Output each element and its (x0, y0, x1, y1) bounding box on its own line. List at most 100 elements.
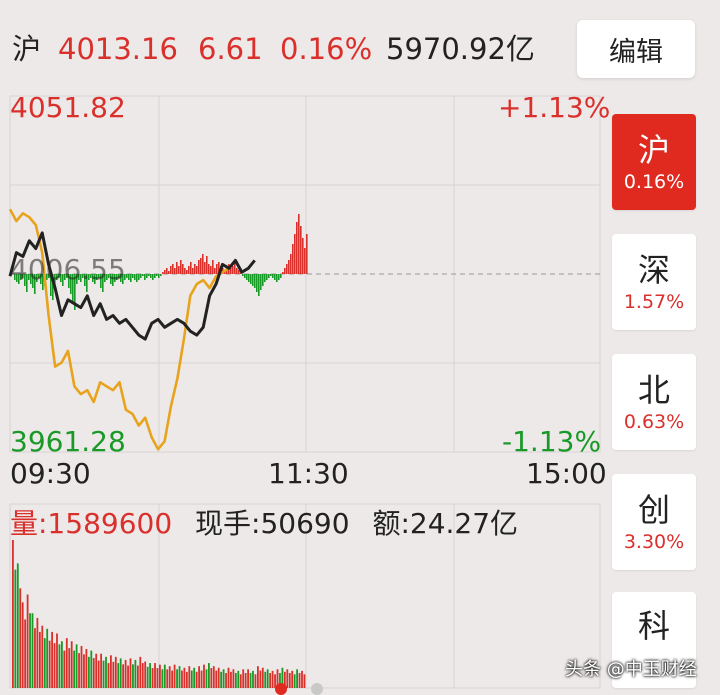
breadth-bar (190, 262, 192, 274)
breadth-bar (184, 268, 186, 274)
volume-bar (203, 664, 205, 688)
breadth-bar (216, 264, 218, 274)
volume-bar (220, 671, 223, 688)
volume-bar (225, 673, 227, 688)
breadth-bar (174, 268, 176, 274)
breadth-bar (132, 274, 134, 278)
volume-bar (14, 569, 17, 688)
x-tick-close: 15:00 (526, 457, 607, 490)
volume-bar (97, 660, 100, 688)
volume-bar (63, 650, 66, 688)
breadth-bar (150, 274, 152, 278)
intraday-chart[interactable]: 4051.82 +1.13% 4006.55 3961.28 -1.13% 09… (0, 88, 610, 695)
volume-bar (286, 669, 289, 688)
volume-bar (92, 658, 95, 688)
volume-bar (227, 667, 230, 688)
volume-bar (95, 653, 98, 688)
breadth-bar (246, 274, 248, 280)
volume-bar (176, 669, 178, 688)
breadth-bar (134, 274, 136, 280)
breadth-bar (306, 234, 308, 274)
volume-bar (178, 666, 181, 688)
volume-bar (222, 669, 225, 688)
breadth-bar (268, 274, 270, 278)
volume-bar (257, 666, 259, 688)
volume-bar (53, 643, 56, 688)
volume-bar (29, 613, 31, 688)
tab-shenzhen-pct: 1.57% (623, 291, 685, 313)
breadth-bar (256, 274, 258, 292)
volume-bar (119, 658, 122, 688)
volume-bar (78, 653, 80, 688)
breadth-bar (288, 260, 290, 274)
page-indicator[interactable] (311, 683, 323, 695)
volume-bar (51, 631, 53, 688)
breadth-bar (142, 274, 144, 276)
breadth-bar (272, 274, 274, 278)
volume-bar (127, 665, 129, 688)
breadth-bar (260, 274, 262, 290)
breadth-bar (202, 254, 204, 274)
breadth-bar (126, 274, 128, 278)
volume-bar (75, 644, 78, 688)
volume-bar (46, 628, 49, 688)
breadth-bar (292, 244, 294, 274)
volume-bar (261, 667, 264, 688)
volume-bar (41, 625, 44, 688)
volume-bar (36, 617, 39, 688)
breadth-bar (248, 274, 250, 282)
volume-bar (239, 674, 242, 688)
tab-shanghai[interactable]: 沪 0.16% (612, 114, 696, 210)
volume-bar (146, 666, 149, 688)
amount-label: 额:24.27亿 (372, 507, 519, 540)
y-mid-label: 4006.55 (10, 253, 126, 286)
volume-bar (83, 654, 85, 688)
volume-bar (80, 645, 83, 688)
breadth-bar (208, 264, 210, 274)
volume-bar (132, 664, 134, 688)
breadth-bar (252, 274, 254, 286)
y-max-label: 4051.82 (10, 91, 126, 124)
volume-bar (293, 674, 296, 688)
y-min-label: 3961.28 (10, 425, 126, 458)
tab-beijing[interactable]: 北 0.63% (612, 354, 696, 450)
volume-bar (301, 670, 303, 688)
index-change-pct: 0.16% (280, 32, 373, 66)
breadth-bar (280, 274, 282, 278)
breadth-bar (284, 268, 286, 274)
tab-beijing-name: 北 (637, 371, 670, 409)
volume-bar (173, 664, 176, 688)
breadth-bar (200, 258, 202, 274)
breadth-bar (270, 274, 272, 276)
breadth-bar (194, 264, 196, 274)
breadth-bar (250, 274, 252, 284)
volume-bar (205, 669, 208, 688)
volume-bar (212, 666, 215, 688)
breadth-bar (298, 214, 300, 274)
volume-bar (114, 656, 117, 688)
volume-bar (234, 673, 237, 688)
breadth-bar (290, 254, 292, 274)
volume-bar (200, 670, 203, 688)
turnover-value: 5970.92亿 (386, 32, 535, 66)
volume-bar (12, 540, 14, 688)
breadth-bar (152, 274, 154, 280)
volume-bar (217, 667, 220, 688)
index-price: 4013.16 (58, 32, 178, 66)
volume-bar (61, 641, 63, 688)
tab-chinext-pct: 3.30% (623, 531, 685, 553)
volume-bar (90, 650, 93, 688)
breadth-bar (206, 256, 208, 274)
volume-bar (124, 659, 127, 688)
volume-bar (168, 666, 171, 688)
watermark: 头条 @中玉财经 (565, 659, 697, 680)
page-indicator-active[interactable] (275, 683, 287, 695)
edit-button[interactable]: 编辑 (577, 20, 695, 78)
tab-shenzhen[interactable]: 深 1.57% (612, 234, 696, 330)
breadth-bar (130, 274, 132, 282)
tab-chinext[interactable]: 创 3.30% (612, 474, 696, 570)
breadth-bar (164, 270, 166, 274)
volume-bar (134, 659, 137, 688)
breadth-bar (140, 274, 142, 278)
breadth-bar (300, 226, 302, 274)
